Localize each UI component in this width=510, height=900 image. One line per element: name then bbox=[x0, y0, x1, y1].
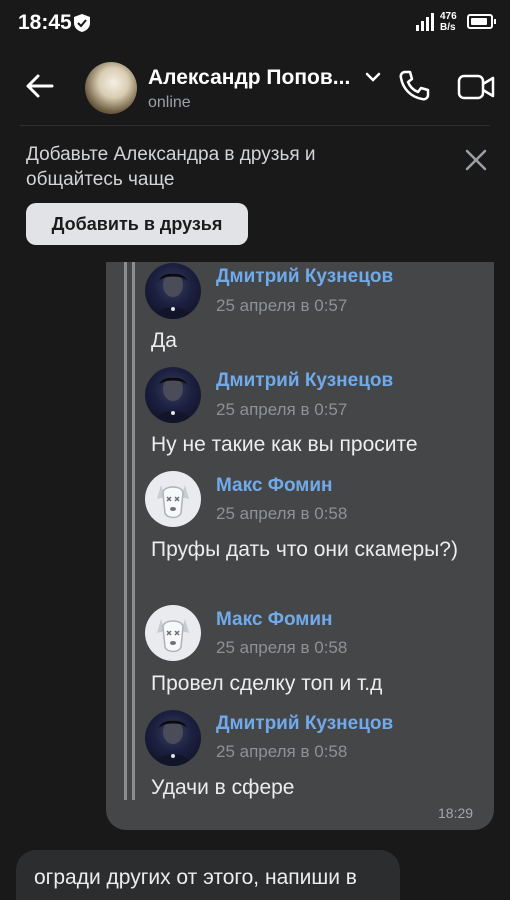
contact-avatar[interactable] bbox=[85, 62, 137, 114]
forward-text: Пруфы дать что они скамеры?) bbox=[151, 538, 458, 561]
forward-text: Провел сделку топ и т.д bbox=[151, 672, 383, 695]
battery-icon bbox=[467, 14, 496, 29]
author-name[interactable]: Дмитрий Кузнецов bbox=[216, 266, 393, 288]
forward-date: 25 апреля в 0:58 bbox=[216, 504, 348, 523]
signal-icon bbox=[416, 13, 434, 31]
close-icon[interactable] bbox=[462, 146, 490, 174]
forward-text: Ну не такие как вы просите bbox=[151, 433, 418, 456]
forward-text: Удачи в сфере bbox=[151, 776, 295, 799]
net-speed-value: 476 bbox=[440, 11, 457, 22]
author-name[interactable]: Дмитрий Кузнецов bbox=[216, 713, 393, 735]
author-avatar[interactable] bbox=[145, 263, 201, 319]
net-speed: 476 B/s bbox=[440, 11, 457, 33]
contact-name[interactable]: Александр Попов... bbox=[148, 66, 350, 90]
forward-text: Да bbox=[151, 329, 177, 352]
person-icon bbox=[155, 273, 191, 319]
forward-line bbox=[132, 262, 135, 800]
author-avatar[interactable] bbox=[145, 367, 201, 423]
shield-icon bbox=[74, 14, 90, 32]
person-icon bbox=[155, 377, 191, 423]
back-arrow-icon[interactable] bbox=[22, 68, 58, 104]
message-time: 18:29 bbox=[438, 805, 474, 821]
author-name[interactable]: Дмитрий Кузнецов bbox=[216, 370, 393, 392]
person-icon bbox=[155, 720, 191, 766]
header-divider bbox=[20, 125, 490, 126]
friend-suggestion-text: Добавьте Александра в друзья и общайтесь… bbox=[26, 144, 316, 190]
contact-status: online bbox=[148, 94, 191, 111]
video-call-icon[interactable] bbox=[456, 70, 496, 104]
status-time: 18:45 bbox=[18, 11, 72, 34]
chevron-down-icon[interactable] bbox=[364, 71, 382, 83]
forward-date: 25 апреля в 0:58 bbox=[216, 638, 348, 657]
author-avatar[interactable] bbox=[145, 710, 201, 766]
net-speed-unit: B/s bbox=[440, 22, 456, 33]
status-bar: 18:45 476 B/s bbox=[0, 0, 510, 44]
chat-header: Александр Попов... online bbox=[0, 44, 510, 126]
dog-icon bbox=[157, 619, 189, 653]
forward-date: 25 апреля в 0:57 bbox=[216, 296, 348, 315]
author-name[interactable]: Макс Фомин bbox=[216, 475, 333, 497]
phone-icon[interactable] bbox=[396, 68, 432, 104]
incoming-message-text: огради других от этого, напиши в bbox=[34, 866, 357, 889]
forward-date: 25 апреля в 0:57 bbox=[216, 400, 348, 419]
author-name[interactable]: Макс Фомин bbox=[216, 609, 333, 631]
author-avatar[interactable] bbox=[145, 471, 201, 527]
dog-icon bbox=[157, 485, 189, 519]
forward-date: 25 апреля в 0:58 bbox=[216, 742, 348, 761]
forward-line bbox=[124, 262, 127, 800]
add-friend-button[interactable]: Добавить в друзья bbox=[26, 203, 248, 245]
author-avatar[interactable] bbox=[145, 605, 201, 661]
